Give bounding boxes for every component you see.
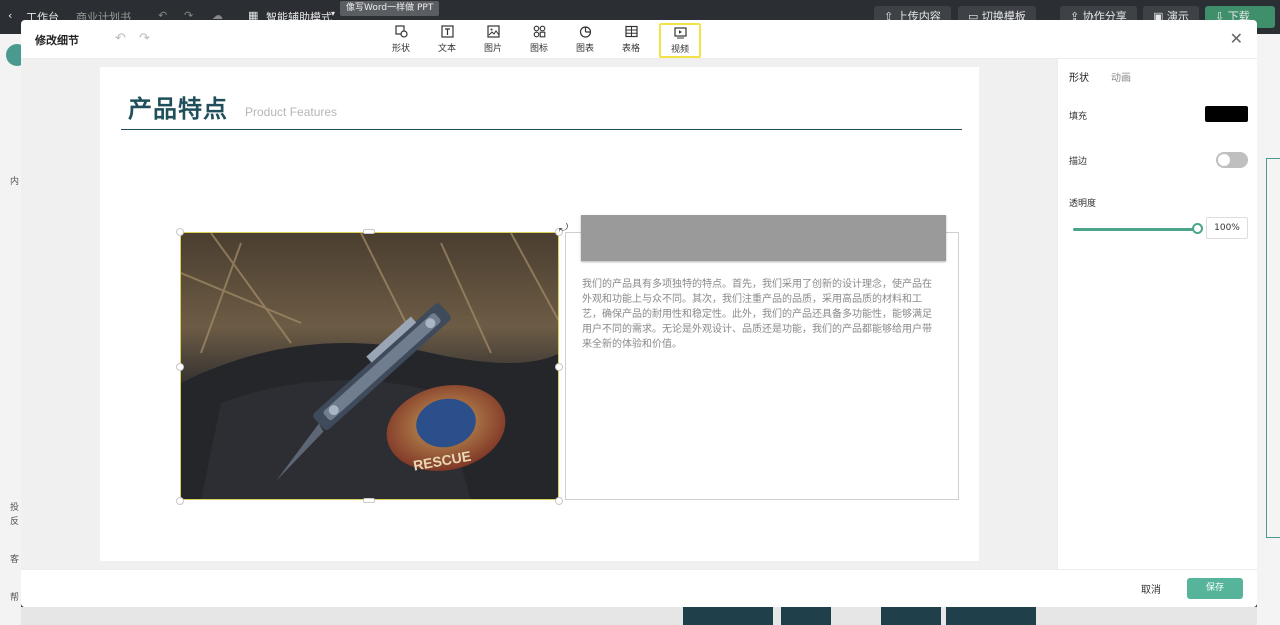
sidebar-text: 反 bbox=[10, 517, 20, 527]
cancel-button[interactable]: 取消 bbox=[1141, 581, 1161, 596]
image-icon bbox=[472, 24, 514, 41]
editing-canvas: 产品特点 Product Features 我们的产品具有多项独特的特点。首先，… bbox=[21, 59, 1057, 569]
tool-image-label: 图片 bbox=[483, 44, 502, 54]
modal-footer: 取消 保存 bbox=[21, 569, 1257, 607]
thumbnail[interactable] bbox=[781, 607, 831, 625]
tab-shape[interactable]: 形状 bbox=[1069, 69, 1089, 84]
back-chevron-icon[interactable]: ‹ bbox=[8, 9, 12, 22]
tool-shape[interactable]: 形状 bbox=[380, 24, 422, 56]
header-shape[interactable] bbox=[581, 215, 946, 261]
resize-handle[interactable] bbox=[363, 498, 375, 503]
tool-image[interactable]: 图片 bbox=[472, 24, 514, 56]
resize-handle[interactable] bbox=[555, 497, 563, 505]
resize-handle[interactable] bbox=[176, 228, 184, 236]
fill-color-swatch[interactable] bbox=[1205, 106, 1248, 122]
stroke-toggle[interactable] bbox=[1216, 152, 1248, 168]
toggle-knob bbox=[1218, 154, 1230, 166]
slide-subtitle[interactable]: Product Features bbox=[245, 105, 337, 119]
background-right-area bbox=[1257, 34, 1280, 625]
modal-title: 修改细节 bbox=[35, 34, 79, 47]
tool-chart-label: 图表 bbox=[575, 44, 594, 54]
resize-handle[interactable] bbox=[176, 363, 184, 371]
resize-handle[interactable] bbox=[555, 363, 563, 371]
opacity-input[interactable]: 100% bbox=[1206, 217, 1248, 239]
sidebar-text: 投 bbox=[10, 503, 20, 513]
table-icon bbox=[610, 24, 652, 41]
slide-body-text[interactable]: 我们的产品具有多项独特的特点。首先，我们采用了创新的设计理念，使产品在外观和功能… bbox=[582, 277, 937, 352]
thumbnail[interactable] bbox=[946, 607, 1036, 625]
sidebar-text: 客 bbox=[10, 555, 20, 565]
edit-details-modal: 修改细节 ↶ ↷ 形状 文本 图片 图标 图表 表格 视频 ✕ 产品特点 Pro… bbox=[21, 20, 1257, 607]
opacity-slider-handle[interactable] bbox=[1192, 223, 1203, 234]
redo-icon[interactable]: ↷ bbox=[139, 31, 150, 46]
multitool-image: RESCUE bbox=[181, 233, 558, 499]
text-icon bbox=[426, 24, 468, 41]
tool-video-label: 视频 bbox=[670, 45, 689, 55]
thumbnail[interactable] bbox=[881, 607, 941, 625]
fill-label: 填充 bbox=[1069, 112, 1088, 122]
title-divider bbox=[121, 129, 962, 130]
resize-handle[interactable] bbox=[363, 229, 375, 234]
rotate-handle-icon[interactable]: ⤾ bbox=[559, 221, 568, 235]
tool-text[interactable]: 文本 bbox=[426, 24, 468, 56]
tool-text-label: 文本 bbox=[437, 44, 456, 54]
undo-icon[interactable]: ↶ bbox=[115, 31, 126, 46]
product-photo[interactable]: RESCUE bbox=[180, 232, 559, 500]
mode-chevron-icon[interactable]: ▾ bbox=[331, 9, 335, 18]
icon-library-icon bbox=[518, 24, 560, 41]
tool-video[interactable]: 视频 bbox=[659, 23, 701, 58]
stroke-label: 描边 bbox=[1069, 157, 1088, 167]
shape-icon bbox=[380, 24, 422, 41]
background-thumbnails bbox=[21, 607, 1257, 625]
video-icon bbox=[661, 25, 699, 42]
sidebar-text: 内 bbox=[10, 177, 20, 187]
tool-icon-label: 图标 bbox=[529, 44, 548, 54]
tool-table-label: 表格 bbox=[621, 44, 640, 54]
properties-panel: 形状 动画 填充 描边 透明度 100% bbox=[1057, 59, 1257, 569]
background-left-sidebar: 内 投 反 客 帮 bbox=[0, 34, 28, 625]
opacity-label: 透明度 bbox=[1069, 199, 1097, 209]
tab-animation[interactable]: 动画 bbox=[1111, 69, 1131, 84]
sidebar-text: 帮 bbox=[10, 593, 20, 603]
mode-tooltip: 像写Word一样做 PPT bbox=[340, 1, 440, 16]
slide-title[interactable]: 产品特点 bbox=[128, 89, 228, 124]
thumbnail[interactable] bbox=[683, 607, 773, 625]
save-button[interactable]: 保存 bbox=[1187, 578, 1243, 599]
tool-shape-label: 形状 bbox=[391, 44, 410, 54]
selection-outline bbox=[1266, 158, 1280, 538]
tool-icon[interactable]: 图标 bbox=[518, 24, 560, 56]
modal-header: 修改细节 ↶ ↷ 形状 文本 图片 图标 图表 表格 视频 ✕ bbox=[21, 20, 1257, 59]
chart-icon bbox=[564, 24, 606, 41]
close-icon[interactable]: ✕ bbox=[1230, 29, 1243, 48]
resize-handle[interactable] bbox=[176, 497, 184, 505]
tool-table[interactable]: 表格 bbox=[610, 24, 652, 56]
tool-chart[interactable]: 图表 bbox=[564, 24, 606, 56]
opacity-slider[interactable] bbox=[1073, 228, 1198, 231]
slide: 产品特点 Product Features 我们的产品具有多项独特的特点。首先，… bbox=[100, 67, 979, 561]
text-frame[interactable] bbox=[565, 232, 959, 500]
